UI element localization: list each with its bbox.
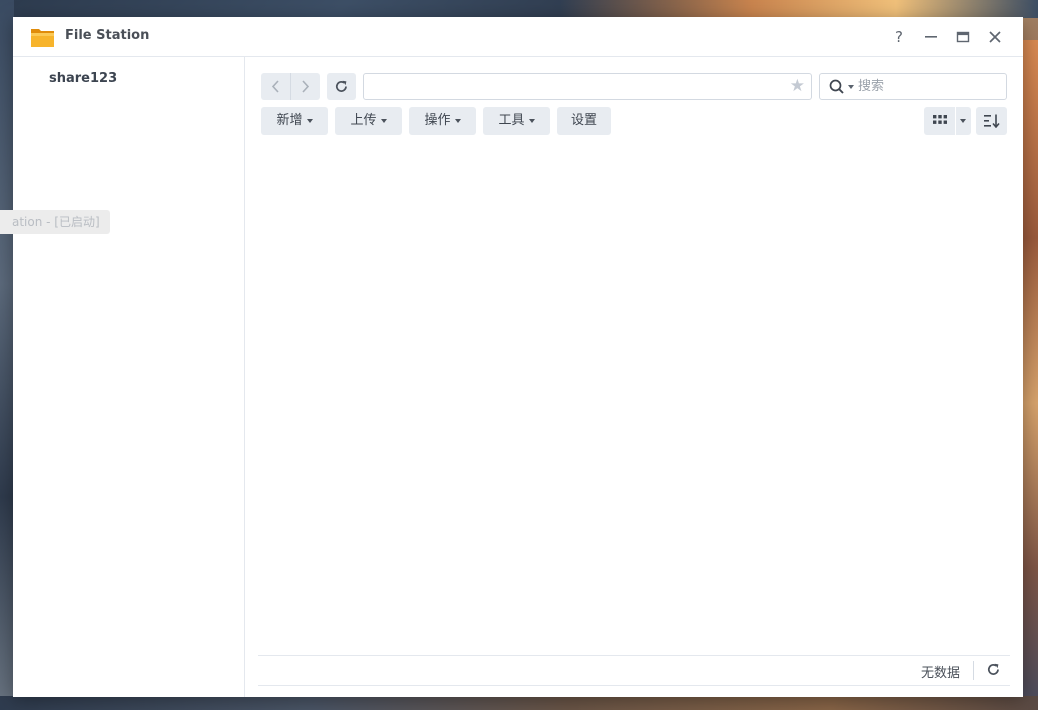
- sidebar: share123: [13, 57, 245, 697]
- file-station-window: File Station ? share123 ★ 搜索 新增 上传 操作 工具…: [0, 17, 1023, 697]
- maximize-icon: [956, 31, 970, 43]
- nav-buttons: [261, 73, 320, 100]
- tools-button-label: 工具: [498, 113, 525, 128]
- help-button[interactable]: ?: [888, 26, 910, 48]
- create-button[interactable]: 新增: [261, 107, 328, 135]
- search-input[interactable]: [858, 76, 998, 96]
- desktop-wallpaper-top: [560, 0, 1038, 18]
- forward-button[interactable]: [291, 73, 320, 100]
- back-button[interactable]: [261, 73, 290, 100]
- status-divider: [973, 661, 974, 680]
- upload-button-label: 上传: [350, 113, 377, 128]
- settings-button[interactable]: 设置: [557, 107, 611, 135]
- sort-icon: [984, 114, 1000, 128]
- chevron-down-icon: [306, 118, 313, 123]
- view-mode-button[interactable]: [924, 107, 955, 135]
- settings-button-label: 设置: [570, 113, 597, 128]
- search-icon[interactable]: [829, 79, 845, 95]
- path-field[interactable]: ★: [363, 73, 812, 100]
- sidebar-item-share123[interactable]: share123: [49, 71, 117, 86]
- upload-button[interactable]: 上传: [335, 107, 402, 135]
- minimize-button[interactable]: [920, 26, 942, 48]
- refresh-icon[interactable]: [986, 662, 1001, 677]
- desktop-wallpaper-bottom: [0, 696, 1038, 710]
- status-bar: 无数据: [258, 655, 1010, 686]
- desktop-wallpaper-left: [0, 0, 14, 710]
- view-mode-dropdown[interactable]: [956, 107, 971, 135]
- create-button-label: 新增: [276, 113, 303, 128]
- desktop-wallpaper-right: [1022, 40, 1038, 700]
- refresh-button[interactable]: [327, 73, 356, 100]
- close-button[interactable]: [984, 26, 1006, 48]
- chevron-right-icon: [302, 80, 310, 93]
- main-panel: ★ 新增 上传 操作 工具 设置: [245, 57, 1023, 697]
- chevron-down-icon: [380, 118, 387, 123]
- title-bar[interactable]: File Station ?: [13, 17, 1023, 57]
- maximize-button[interactable]: [952, 26, 974, 48]
- refresh-icon: [335, 80, 347, 92]
- chevron-down-icon: [960, 119, 966, 123]
- close-icon: [989, 31, 1001, 43]
- tools-button[interactable]: 工具: [483, 107, 550, 135]
- chevron-left-icon: [271, 80, 279, 93]
- search-box[interactable]: [819, 73, 1007, 100]
- window-title: File Station: [65, 28, 150, 43]
- grid-icon: [933, 115, 947, 124]
- star-icon[interactable]: ★: [790, 77, 805, 96]
- file-list-area[interactable]: [259, 145, 1009, 655]
- minimize-icon: [925, 36, 937, 38]
- folder-app-icon: [31, 29, 54, 47]
- chevron-down-icon: [454, 118, 461, 123]
- sort-button[interactable]: [976, 107, 1007, 135]
- taskbar-tooltip: ation - [已启动]: [0, 210, 110, 234]
- search-options-chevron-down-icon[interactable]: [848, 85, 854, 89]
- action-button-label: 操作: [424, 113, 451, 128]
- chevron-down-icon: [528, 118, 535, 123]
- action-button[interactable]: 操作: [409, 107, 476, 135]
- status-text: 无数据: [920, 666, 960, 681]
